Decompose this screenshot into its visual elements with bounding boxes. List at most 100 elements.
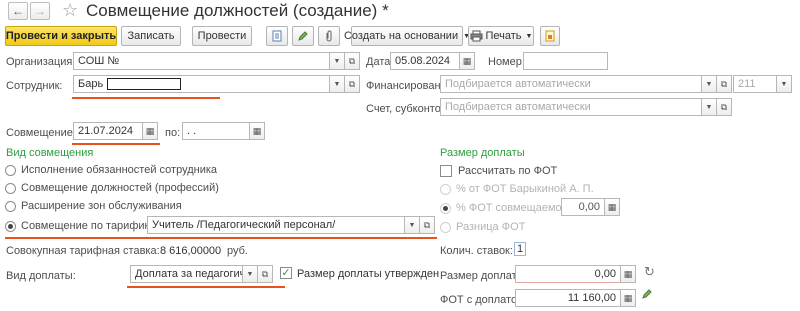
organization-dropdown-button[interactable]: ▼ [329,52,345,70]
calculator-icon: ▦ [623,292,633,303]
financing-open-button[interactable]: ⧉ [716,75,732,93]
payment-option-1-radio[interactable] [440,184,451,195]
edit-pencil-icon[interactable] [641,288,653,303]
tariff-highlight-underline [5,237,437,239]
create-based-on-label: Создать на основании [343,30,459,42]
payment-type-label: Вид доплаты: [6,270,76,282]
payment-approved-checkbox[interactable]: ✓ [280,267,292,279]
period-highlight-underline [72,143,160,145]
account-label: Счет, субконто: [366,103,444,115]
post-button[interactable]: Провести [192,26,252,46]
payment-option-2-radio[interactable] [440,203,451,214]
chevron-down-icon: ▼ [525,32,533,40]
account-open-button[interactable]: ⧉ [716,98,732,116]
chevron-down-icon: ▼ [705,80,713,88]
financing-code-field[interactable]: 211 [733,75,777,93]
open-link-icon: ⧉ [348,55,356,66]
window-title: Совмещение должностей (создание) * [86,1,389,20]
document-list-button[interactable] [266,26,288,46]
employee-open-button[interactable]: ⧉ [344,75,360,93]
combination-option-3-radio[interactable] [5,201,16,212]
organization-label: Организация: [6,56,76,68]
combination-option-2-radio[interactable] [5,183,16,194]
post-and-close-button[interactable]: Провести и закрыть [5,26,117,46]
open-link-icon: ⧉ [720,78,728,89]
payment-type-open-button[interactable]: ⧉ [257,265,273,283]
total-rate-unit: руб. [227,245,248,257]
period-to-field[interactable]: . . [182,122,250,140]
calc-by-fot-checkbox[interactable] [440,165,452,177]
total-rate-value: 8 616,00000 [160,245,222,257]
number-field[interactable] [523,52,608,70]
combination-option-4-radio[interactable] [5,221,16,232]
payment-option-3-radio[interactable] [440,222,451,233]
edit-structure-button[interactable] [292,26,314,46]
payment-type-dropdown-button[interactable]: ▼ [242,265,258,283]
employee-highlight-underline [72,97,220,99]
save-button[interactable]: Записать [121,26,181,46]
organization-field[interactable]: СОШ № [73,52,330,70]
combination-option-1-label[interactable]: Исполнение обязанностей сотрудника [21,164,217,176]
chevron-down-icon: ▼ [408,221,416,229]
paperclip-icon [326,30,332,42]
rates-count-value[interactable]: 1 [514,242,527,256]
payment-approved-label[interactable]: Размер доплаты утвержден [297,268,439,280]
calc-by-fot-label[interactable]: Рассчитать по ФОТ [458,165,557,177]
chevron-down-icon: ▼ [705,103,713,111]
open-link-icon: ⧉ [261,268,269,279]
fot-calc-button[interactable]: ▦ [620,289,636,307]
amount-calc-button[interactable]: ▦ [620,265,636,283]
calculator-icon: ▦ [607,201,617,212]
payment-section-title: Размер доплаты [440,147,525,159]
date-calendar-button[interactable]: ▦ [459,52,475,70]
attach-button[interactable] [318,26,340,46]
payment-type-field[interactable]: Доплата за педагогическ [130,265,243,283]
report-button[interactable] [540,26,560,46]
combination-section-title: Вид совмещения [6,147,94,159]
tariff-position-open-button[interactable]: ⧉ [419,216,435,234]
total-rate-label: Совокупная тарифная ставка: [6,245,160,257]
financing-dropdown-button[interactable]: ▼ [701,75,717,93]
combination-option-3-label[interactable]: Расширение зон обслуживания [21,200,182,212]
account-dropdown-button[interactable]: ▼ [701,98,717,116]
financing-code-dropdown-button[interactable]: ▼ [776,75,792,93]
employee-label: Сотрудник: [6,80,63,92]
favorite-star-icon[interactable]: ☆ [62,0,78,21]
calculator-icon: ▦ [623,268,633,279]
create-based-on-dropdown[interactable]: Создать на основании ▼ [344,26,470,46]
period-from-calendar-button[interactable]: ▦ [142,122,158,140]
payment-type-highlight-underline [127,286,285,288]
payment-option-3-label[interactable]: Разница ФОТ [456,221,525,233]
percent-calc-button[interactable]: ▦ [604,198,620,216]
account-field[interactable]: Подбирается автоматически [440,98,702,116]
combination-option-1-radio[interactable] [5,165,16,176]
calendar-icon: ▦ [462,55,472,66]
fot-with-payment-field[interactable]: 11 160,00 [515,289,621,307]
financing-field[interactable]: Подбирается автоматически [440,75,702,93]
calendar-icon: ▦ [252,125,262,136]
back-button[interactable]: ← [8,2,28,20]
payment-option-2-label[interactable]: % ФОТ совмещаемого [456,202,572,214]
organization-open-button[interactable]: ⧉ [344,52,360,70]
tariff-position-dropdown-button[interactable]: ▼ [404,216,420,234]
payment-option-1-label[interactable]: % от ФОТ Барыкиной А. П. [456,183,594,195]
arrow-right-icon: → [34,4,46,18]
period-to-calendar-button[interactable]: ▦ [249,122,265,140]
printer-icon [470,30,482,42]
open-link-icon: ⧉ [720,101,728,112]
number-label: Номер: [488,56,525,68]
print-dropdown[interactable]: Печать ▼ [468,26,534,46]
tariff-position-field[interactable]: Учитель /Педагогический персонал/ [147,216,405,234]
forward-button[interactable]: → [30,2,50,20]
employee-field[interactable]: Барь [73,75,330,93]
chevron-down-icon: ▼ [333,57,341,65]
combination-option-2-label[interactable]: Совмещение должностей (профессий) [21,182,219,194]
refresh-icon[interactable]: ↻ [644,264,655,280]
percent-field[interactable]: 0,00 [561,198,605,216]
report-icon [545,30,555,42]
pencil-icon [298,31,308,41]
date-field[interactable]: 05.08.2024 [390,52,460,70]
period-from-field[interactable]: 21.07.2024 [73,122,143,140]
amount-field[interactable]: 0,00 [515,265,621,283]
employee-dropdown-button[interactable]: ▼ [329,75,345,93]
